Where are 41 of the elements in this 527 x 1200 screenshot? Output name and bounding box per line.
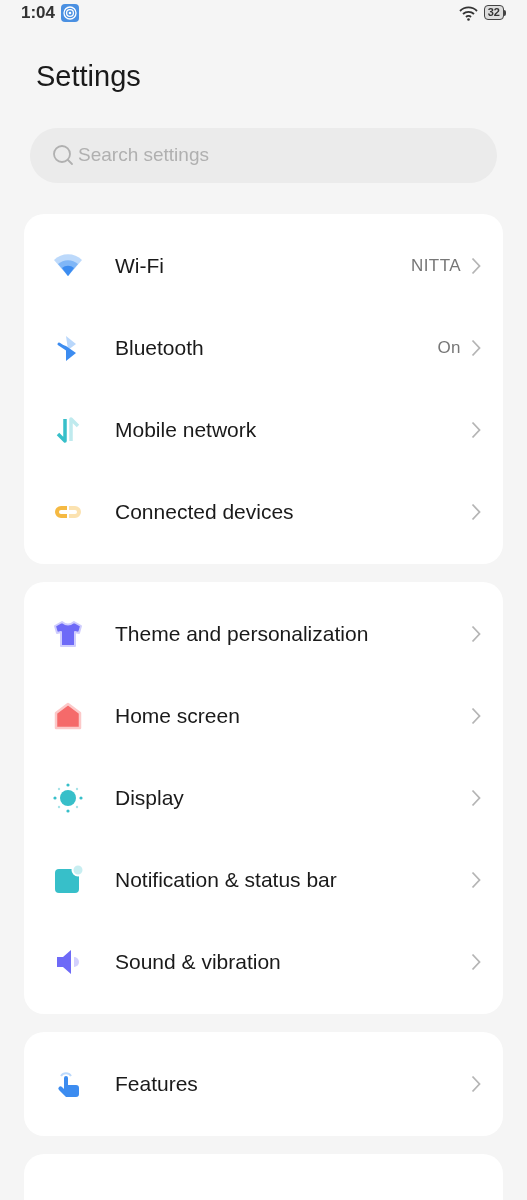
row-label: Display xyxy=(115,784,185,811)
settings-row[interactable]: Notification & status bar xyxy=(24,838,503,921)
chevron-icon xyxy=(471,952,481,971)
settings-row[interactable]: Mobile network xyxy=(24,388,503,471)
settings-row[interactable]: Display xyxy=(24,756,503,839)
row-label: Sound & vibration xyxy=(115,948,282,975)
row-value: On xyxy=(437,336,461,359)
row-label: Theme and personalization xyxy=(115,620,370,647)
chevron-icon xyxy=(471,1074,481,1093)
page-title: Settings xyxy=(36,58,142,93)
app-notification-icon xyxy=(61,3,80,22)
chevron-icon xyxy=(471,502,481,521)
row-value: NITTA xyxy=(411,254,461,277)
chevron-icon xyxy=(471,706,481,725)
row-label: Notification & status bar xyxy=(115,866,338,893)
row-label: Connected devices xyxy=(115,498,295,525)
chevron-icon xyxy=(471,788,481,807)
sun-icon xyxy=(52,781,84,814)
notification-icon xyxy=(52,863,84,896)
settings-row[interactable]: Bluetooth On xyxy=(24,306,503,389)
settings-row[interactable]: Sound & vibration xyxy=(24,920,503,1003)
settings-row[interactable]: Connected devices xyxy=(24,470,503,553)
row-label: Bluetooth xyxy=(115,334,205,361)
chevron-icon xyxy=(471,420,481,439)
chevron-icon xyxy=(471,624,481,643)
row-label: Wi-Fi xyxy=(115,252,165,279)
chevron-icon xyxy=(471,256,481,275)
settings-row[interactable]: Wi-Fi NITTA xyxy=(24,224,503,307)
search-field[interactable]: Search settings xyxy=(30,127,497,183)
settings-row[interactable]: Home screen xyxy=(24,674,503,757)
chevron-icon xyxy=(471,870,481,889)
row-label: Home screen xyxy=(115,702,241,729)
status-time: 1:04 xyxy=(21,2,56,24)
row-label: Features xyxy=(115,1070,199,1097)
settings-row[interactable]: Features xyxy=(24,1042,503,1125)
battery-indicator: 32 xyxy=(483,5,506,21)
row-label: Mobile network xyxy=(115,416,258,443)
search-icon xyxy=(52,143,74,166)
chevron-icon xyxy=(471,338,481,357)
wifi-signal-icon xyxy=(458,4,478,21)
settings-row[interactable]: Theme and personalization xyxy=(24,592,503,675)
